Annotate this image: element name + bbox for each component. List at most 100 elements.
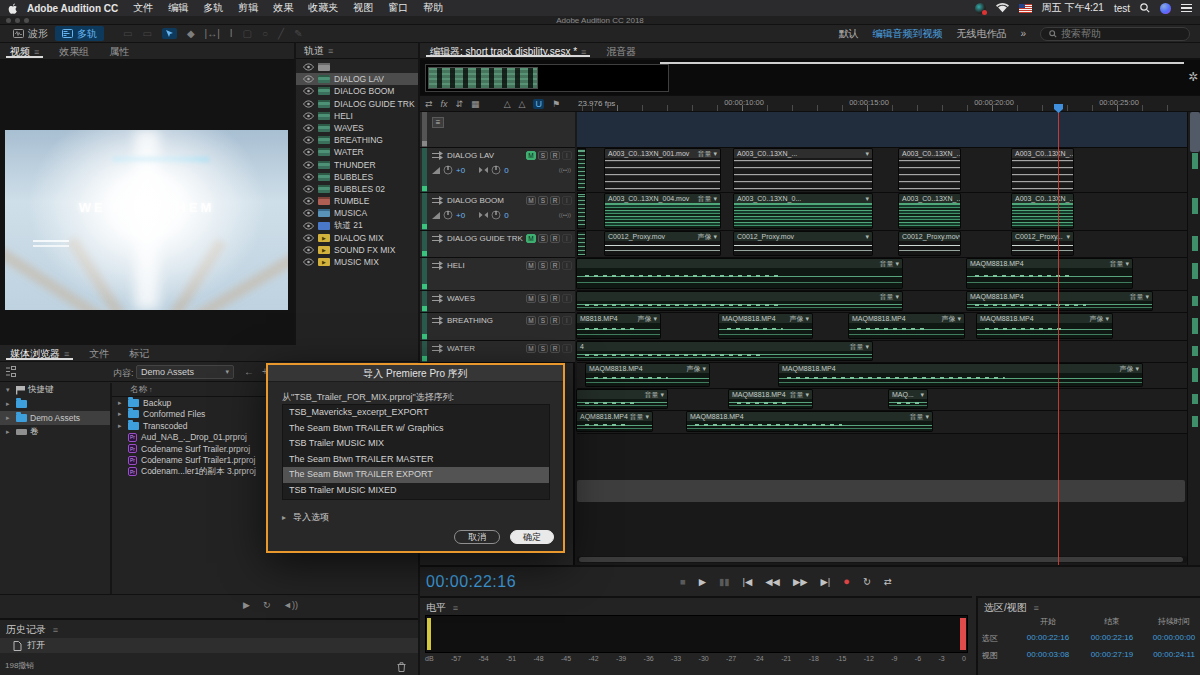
clip-automation-dropdown[interactable]: 音量 ▾ bbox=[910, 412, 929, 421]
fx-icon[interactable]: fx bbox=[441, 99, 448, 109]
track-header-waves[interactable]: WAVESMSRI bbox=[420, 291, 575, 313]
audio-clip-maqm8818-mp4[interactable]: MAQM8818.MP4音量 ▾ bbox=[729, 390, 812, 408]
vertical-scrollbar[interactable] bbox=[1187, 112, 1200, 565]
menu-item[interactable]: 剪辑 bbox=[238, 1, 258, 15]
tree-item-item[interactable]: ▸卷 bbox=[0, 425, 110, 439]
audio-clip-maqm8818-mp4[interactable]: MAQM8818.MP4音量 ▾ bbox=[967, 259, 1132, 288]
arm-button[interactable]: R bbox=[550, 294, 560, 303]
monitor-button[interactable]: I bbox=[562, 234, 572, 243]
track-header-heli[interactable]: HELIMSRI bbox=[420, 258, 575, 291]
multitrack-view-button[interactable]: 多轨 bbox=[55, 26, 104, 41]
track-lane[interactable]: M8818.MP4声像 ▾MAQM8818.MP4声像 ▾MAQM8818.MP… bbox=[577, 313, 1187, 341]
track-list-item-21[interactable]: 轨道 21 bbox=[296, 219, 418, 231]
track-header-dialog-boom[interactable]: DIALOG BOOMMSRI+00((••)) bbox=[420, 193, 575, 231]
track-header-water[interactable]: WATERMSRI bbox=[420, 341, 575, 363]
mute-button[interactable]: M bbox=[526, 294, 536, 303]
track-list-item-dialog-mix[interactable]: ▶DIALOG MIX bbox=[296, 232, 418, 244]
mute-button[interactable]: M bbox=[526, 151, 536, 160]
arm-button[interactable]: R bbox=[550, 344, 560, 353]
marker-icon[interactable]: △ bbox=[504, 99, 511, 109]
marquee-tool-icon[interactable]: ▢ bbox=[243, 28, 252, 39]
track-lane[interactable]: MAQM8818.MP4声像 ▾MAQM8818.MP4声像 ▾ bbox=[577, 363, 1187, 389]
stop-button[interactable]: ■ bbox=[680, 576, 686, 587]
audio-clip-maqm8818-mp4[interactable]: MAQM8818.MP4音量 ▾ bbox=[687, 412, 932, 431]
item-duration[interactable]: 00:00:24:11 bbox=[1144, 650, 1200, 661]
skip-to-start-button[interactable]: |◀ bbox=[743, 576, 753, 587]
monitor-button[interactable]: I bbox=[562, 294, 572, 303]
eye-icon[interactable] bbox=[303, 185, 314, 193]
knob-icon[interactable] bbox=[491, 210, 501, 220]
track-lane[interactable]: C0012_Proxy.mov声像 ▾C0012_Proxy.mov▾C0012… bbox=[577, 231, 1187, 258]
solo-button[interactable]: S bbox=[538, 234, 548, 243]
tab-properties[interactable]: 属性 bbox=[99, 43, 139, 59]
app-status-icon[interactable] bbox=[975, 3, 986, 14]
clip-automation-dropdown[interactable]: 音量 ▾ bbox=[645, 390, 664, 399]
track-header-dialog-lav[interactable]: DIALOG LAVMSRI+00((••)) bbox=[420, 148, 575, 193]
tab-files[interactable]: 文件 bbox=[79, 345, 119, 361]
sequence-tsb-trailer-music-mixed[interactable]: TSB Trailer MUSIC MIXED bbox=[283, 483, 549, 499]
eye-icon[interactable] bbox=[303, 209, 314, 217]
audio-clip-c0012-proxy-mov[interactable]: C0012_Proxy.mov声像 ▾ bbox=[605, 232, 720, 255]
dialog-title[interactable]: 导入 Premiere Pro 序列 bbox=[268, 365, 563, 382]
skip-selection-button[interactable]: ⇄ bbox=[884, 576, 892, 587]
workspace-edit-audio-to-video[interactable]: 编辑音频到视频 bbox=[872, 27, 942, 41]
clip-automation-dropdown[interactable]: ▾ bbox=[959, 233, 960, 241]
monitor-button[interactable]: I bbox=[562, 151, 572, 160]
audio-clip-aqm8818-mp4[interactable]: AQM8818.MP4音量 ▾ bbox=[577, 412, 652, 431]
eye-icon[interactable] bbox=[303, 222, 314, 230]
clip-automation-dropdown[interactable]: ▾ bbox=[865, 195, 869, 203]
track-lane[interactable]: AQM8818.MP4音量 ▾ MAQM8818.MP4音量 ▾ bbox=[577, 411, 1187, 434]
expander-icon[interactable]: ▸ bbox=[6, 414, 13, 422]
spotlight-search-icon[interactable] bbox=[1140, 3, 1150, 13]
clip-automation-dropdown[interactable]: ▾ bbox=[865, 233, 869, 241]
clip-automation-dropdown[interactable]: 音量 ▾ bbox=[790, 390, 809, 399]
sequence-tsb-mavericks-excerpt-export[interactable]: TSB_Mavericks_excerpt_EXPORT bbox=[283, 405, 549, 421]
skip-to-end-button[interactable]: ▶| bbox=[821, 576, 831, 587]
track-header-dialog-guide-trk[interactable]: DIALOG GUIDE TRKMSRI bbox=[420, 231, 575, 258]
audio-clip-item[interactable]: 音量 ▾ bbox=[577, 292, 902, 310]
eye-icon[interactable] bbox=[303, 258, 314, 266]
eye-icon[interactable] bbox=[303, 112, 314, 120]
mute-button[interactable]: M bbox=[526, 196, 536, 205]
horizontal-scrollbar[interactable] bbox=[577, 556, 1187, 563]
menu-item[interactable]: 帮助 bbox=[423, 1, 443, 15]
audio-clip-a003-c0-13xn[interactable]: A003_C0..13XN_...▾ bbox=[734, 149, 872, 190]
metronome-icon[interactable]: ▦ bbox=[471, 99, 480, 109]
item-duration[interactable]: 00:00:00:00 bbox=[1144, 633, 1200, 644]
mute-button[interactable]: M bbox=[526, 234, 536, 243]
tree-item-item[interactable]: ▾快捷键 bbox=[0, 383, 110, 397]
item-start[interactable]: 00:00:03:08 bbox=[1016, 650, 1080, 661]
clip-automation-dropdown[interactable]: 音量 ▾ bbox=[698, 194, 717, 203]
eye-icon[interactable] bbox=[303, 148, 314, 156]
item-end[interactable]: 00:00:22:16 bbox=[1080, 633, 1144, 644]
mute-button[interactable]: M bbox=[526, 261, 536, 270]
track-list-item-waves[interactable]: WAVES bbox=[296, 122, 418, 134]
eye-icon[interactable] bbox=[303, 161, 314, 169]
tab-video[interactable]: 视频≡ bbox=[0, 43, 49, 59]
us-flag-icon[interactable] bbox=[1019, 4, 1032, 13]
video-track-header[interactable]: ≡ bbox=[420, 112, 575, 148]
sequence-the-seam-btwn-trailer-w-graphics[interactable]: The Seam Btwn TRAILER w/ Graphics bbox=[283, 421, 549, 437]
content-dropdown[interactable]: Demo Assets▾ bbox=[136, 365, 234, 379]
sequence-the-seam-btwn-trailer-export[interactable]: The Seam Btwn TRAILER EXPORT bbox=[283, 467, 549, 483]
audio-clip-a003-c0-13xn[interactable]: A003_C0..13XN_...▾ bbox=[899, 194, 960, 228]
sequence-tsb-trailer-music-mix[interactable]: TSB Trailer MUSIC MIX bbox=[283, 436, 549, 452]
expander-icon[interactable]: ▾ bbox=[6, 386, 13, 394]
audio-clip-c0012-proxy-mov[interactable]: C0012_Proxy.mov▾ bbox=[734, 232, 872, 255]
audio-clip-m8818-mp4[interactable]: M8818.MP4声像 ▾ bbox=[577, 314, 660, 338]
audio-clip-maqm8818-mp4[interactable]: MAQM8818.MP4音量 ▾ bbox=[967, 292, 1152, 310]
preview-play-icon[interactable]: ▶ bbox=[243, 600, 250, 610]
eye-icon[interactable] bbox=[303, 100, 314, 108]
fast-forward-button[interactable]: ▶▶ bbox=[793, 576, 808, 587]
workspace-overflow-chevron[interactable]: » bbox=[1020, 28, 1026, 39]
track-list-item-bubbles[interactable]: BUBBLES bbox=[296, 171, 418, 183]
clip-automation-dropdown[interactable]: 声像 ▾ bbox=[698, 232, 717, 241]
move-tool-icon[interactable] bbox=[162, 28, 177, 39]
track-list-item-rumble[interactable]: RUMBLE bbox=[296, 195, 418, 207]
eye-icon[interactable] bbox=[303, 173, 314, 181]
clip-automation-dropdown[interactable]: 音量 ▾ bbox=[880, 259, 899, 268]
knob-icon[interactable] bbox=[491, 165, 501, 175]
expander-icon[interactable]: ▸ bbox=[118, 399, 124, 407]
apple-logo-icon[interactable] bbox=[8, 3, 18, 14]
play-button[interactable]: ▶ bbox=[699, 576, 706, 587]
